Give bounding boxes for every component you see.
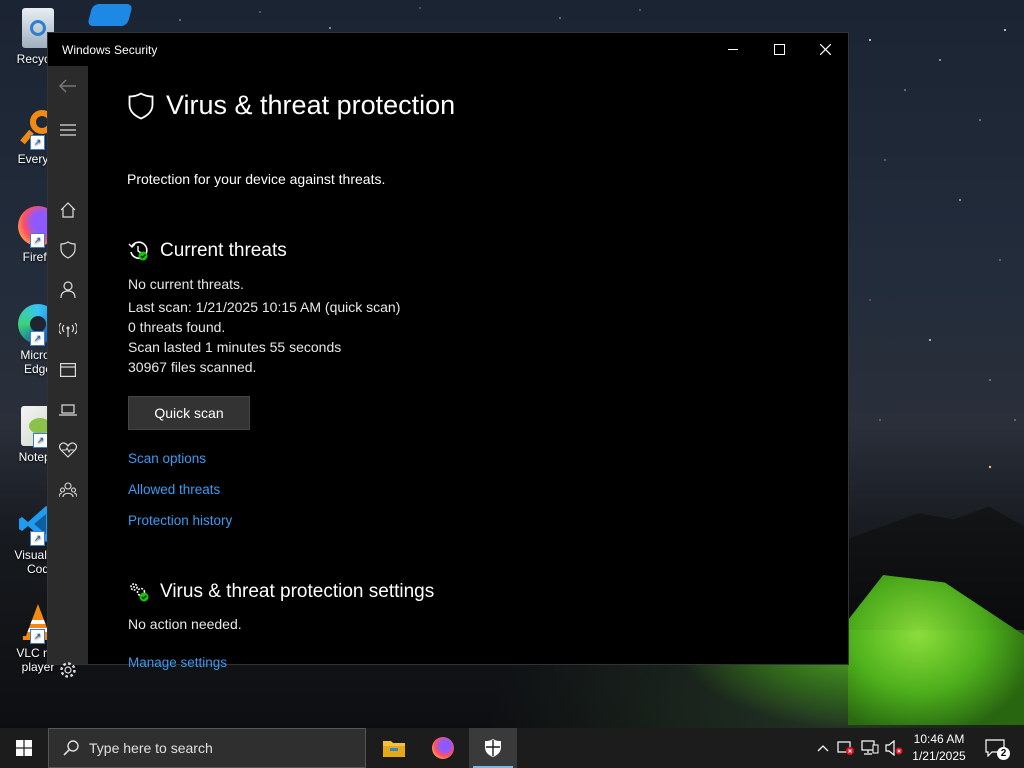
threat-status-text: No current threats. <box>128 276 244 292</box>
wifi-antenna-icon <box>59 322 77 337</box>
scan-duration-text: Scan lasted 1 minutes 55 seconds <box>128 339 342 355</box>
back-arrow-icon <box>59 79 76 93</box>
taskbar-search-box[interactable]: Type here to search <box>48 728 366 768</box>
settings-section-header: Virus & threat protection settings <box>128 581 434 603</box>
title-bar[interactable]: Windows Security <box>48 33 848 66</box>
family-icon <box>59 482 77 498</box>
quick-scan-button[interactable]: Quick scan <box>128 396 250 430</box>
network-icon <box>861 740 879 755</box>
manage-settings-link[interactable]: Manage settings <box>128 655 227 670</box>
settings-gear-icon <box>60 662 76 678</box>
firefox-icon <box>432 737 454 759</box>
desktop-icon-partial[interactable] <box>80 4 140 30</box>
nav-device-security[interactable] <box>48 390 88 430</box>
page-subtitle: Protection for your device against threa… <box>127 171 386 187</box>
settings-section-heading: Virus & threat protection settings <box>160 581 435 602</box>
current-threats-header: Current threats <box>128 240 287 262</box>
page-header: Virus & threat protection <box>128 90 455 121</box>
shield-icon <box>485 739 501 757</box>
shortcut-arrow-icon: ↗ <box>30 233 45 248</box>
nav-device-performance[interactable] <box>48 430 88 470</box>
taskbar-clock[interactable]: 10:46 AM 1/21/2025 <box>904 731 974 765</box>
menu-button[interactable] <box>48 110 88 150</box>
allowed-threats-link[interactable]: Allowed threats <box>128 482 220 497</box>
shield-icon <box>128 91 154 119</box>
laptop-icon <box>59 404 77 416</box>
windows-security-window: Windows Security Virus & threat protecti… <box>48 33 848 678</box>
nav-settings[interactable] <box>48 650 88 690</box>
nav-home[interactable] <box>48 190 88 230</box>
close-icon <box>819 44 831 55</box>
hamburger-menu-icon <box>60 124 76 136</box>
navigation-rail <box>48 66 88 678</box>
taskbar-firefox[interactable] <box>419 728 467 768</box>
search-placeholder: Type here to search <box>89 740 213 756</box>
page-title: Virus & threat protection <box>166 90 456 120</box>
shortcut-arrow-icon: ↗ <box>30 629 45 644</box>
back-button[interactable] <box>48 66 88 106</box>
nav-account[interactable] <box>48 270 88 310</box>
minimize-button[interactable] <box>710 33 756 66</box>
nav-app-browser-control[interactable] <box>48 350 88 390</box>
minimize-icon <box>728 49 738 50</box>
file-explorer-icon <box>383 741 405 757</box>
maximize-button[interactable] <box>756 33 802 66</box>
close-button[interactable] <box>802 33 848 66</box>
clock-time: 10:46 AM <box>913 732 965 746</box>
shortcut-arrow-icon: ↗ <box>30 331 45 346</box>
last-scan-text: Last scan: 1/21/2025 10:15 AM (quick sca… <box>128 299 401 315</box>
security-warning-icon <box>837 741 854 755</box>
settings-status-text: No action needed. <box>128 616 242 632</box>
app-browser-icon <box>60 363 76 377</box>
threats-found-text: 0 threats found. <box>128 319 226 335</box>
heart-health-icon <box>59 442 77 458</box>
action-center-button[interactable]: 2 <box>980 728 1010 768</box>
scan-history-check-icon <box>128 241 148 261</box>
shortcut-arrow-icon: ↗ <box>33 433 48 448</box>
tray-security-alert[interactable] <box>836 728 856 768</box>
tray-volume[interactable] <box>884 728 904 768</box>
taskbar-file-explorer[interactable] <box>370 728 418 768</box>
clock-date: 1/21/2025 <box>912 749 966 763</box>
files-scanned-text: 30967 files scanned. <box>128 359 257 375</box>
nav-firewall[interactable] <box>48 310 88 350</box>
shortcut-arrow-icon: ↗ <box>30 531 45 546</box>
tray-overflow-button[interactable] <box>814 728 832 768</box>
scan-options-link[interactable]: Scan options <box>128 451 206 466</box>
shield-icon <box>60 241 76 259</box>
nav-virus-protection[interactable] <box>48 230 88 270</box>
taskbar: Type here to search 10:46 AM 1/21/2025 2 <box>0 728 1024 768</box>
shortcut-arrow-icon: ↗ <box>30 135 45 150</box>
search-icon <box>63 740 79 756</box>
chevron-up-icon <box>817 745 829 752</box>
maximize-icon <box>773 44 785 55</box>
taskbar-windows-security[interactable] <box>469 728 517 768</box>
folder-blue-icon <box>87 4 133 26</box>
notification-count-badge: 2 <box>997 747 1010 760</box>
tray-network[interactable] <box>860 728 880 768</box>
account-icon <box>60 281 76 299</box>
windows-logo-icon <box>16 740 32 756</box>
window-title: Windows Security <box>62 42 158 57</box>
current-threats-heading: Current threats <box>160 240 287 261</box>
home-icon <box>60 202 76 218</box>
protection-history-link[interactable]: Protection history <box>128 513 232 528</box>
start-button[interactable] <box>0 728 48 768</box>
nav-family-options[interactable] <box>48 470 88 510</box>
volume-muted-icon <box>885 740 903 756</box>
settings-gears-check-icon <box>130 583 149 602</box>
